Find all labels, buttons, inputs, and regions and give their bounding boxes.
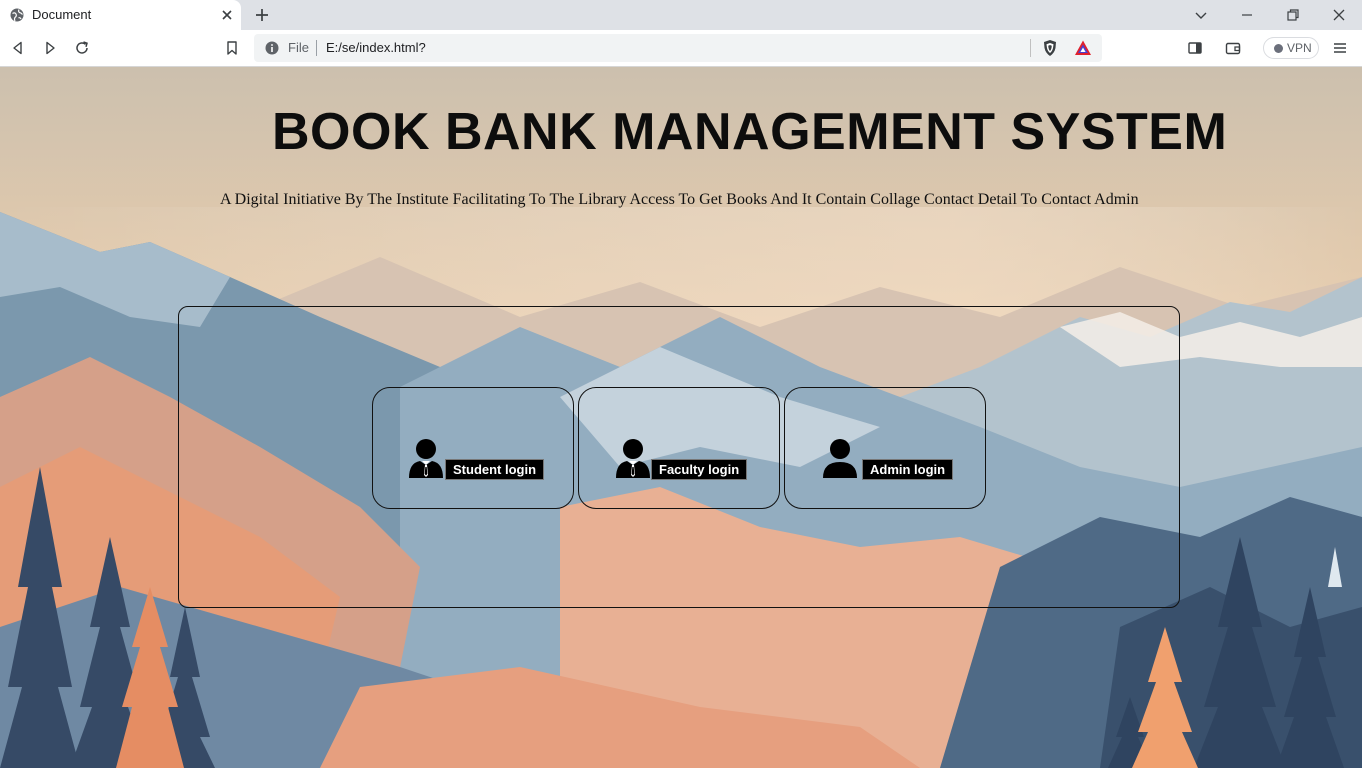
back-icon[interactable] — [10, 40, 26, 56]
vpn-button[interactable]: VPN — [1263, 37, 1319, 59]
reload-icon[interactable] — [74, 40, 90, 56]
browser-tab[interactable]: Document — [0, 0, 241, 30]
student-login-card[interactable]: Student login — [372, 387, 574, 509]
new-tab-icon[interactable] — [254, 7, 270, 23]
address-bar[interactable]: File E:/se/index.html? — [254, 34, 1102, 62]
globe-icon — [10, 8, 24, 22]
wallet-icon[interactable] — [1225, 40, 1241, 56]
vpn-label: VPN — [1287, 41, 1312, 55]
address-scheme-label: File — [288, 40, 309, 55]
brave-rewards-icon[interactable] — [1074, 39, 1092, 57]
page-viewport: BOOK BANK MANAGEMENT SYSTEM A Digital In… — [0, 67, 1362, 768]
tab-title: Document — [32, 7, 92, 22]
student-login-button[interactable]: Student login — [445, 459, 545, 480]
url-text[interactable]: E:/se/index.html? — [326, 40, 426, 55]
address-separator — [316, 40, 317, 56]
person-tie-icon — [409, 439, 443, 478]
info-icon[interactable] — [265, 41, 279, 55]
sidebar-icon[interactable] — [1187, 40, 1203, 56]
minimize-icon[interactable] — [1239, 7, 1255, 23]
admin-login-card[interactable]: Admin login — [784, 387, 986, 509]
menu-icon[interactable] — [1332, 40, 1348, 56]
person-icon — [823, 439, 857, 478]
page-title: BOOK BANK MANAGEMENT SYSTEM — [272, 103, 1228, 161]
tab-search-icon[interactable] — [1193, 7, 1209, 23]
faculty-login-button[interactable]: Faculty login — [651, 459, 748, 480]
close-window-icon[interactable] — [1331, 7, 1347, 23]
person-tie-icon — [616, 439, 650, 478]
brave-shields-icon[interactable] — [1041, 39, 1059, 57]
omnibox-divider — [1030, 39, 1031, 57]
page-subtitle: A Digital Initiative By The Institute Fa… — [220, 191, 1139, 208]
browser-tab-bar: Document — [0, 0, 1362, 30]
login-panel: Student login Faculty login Admin login — [178, 306, 1180, 608]
bookmark-icon[interactable] — [224, 40, 240, 56]
forward-icon[interactable] — [42, 40, 58, 56]
vpn-status-icon — [1274, 44, 1283, 53]
browser-toolbar: File E:/se/index.html? VPN — [0, 30, 1362, 67]
close-tab-icon[interactable] — [220, 8, 234, 22]
restore-icon[interactable] — [1285, 7, 1301, 23]
admin-login-button[interactable]: Admin login — [862, 459, 954, 480]
faculty-login-card[interactable]: Faculty login — [578, 387, 780, 509]
